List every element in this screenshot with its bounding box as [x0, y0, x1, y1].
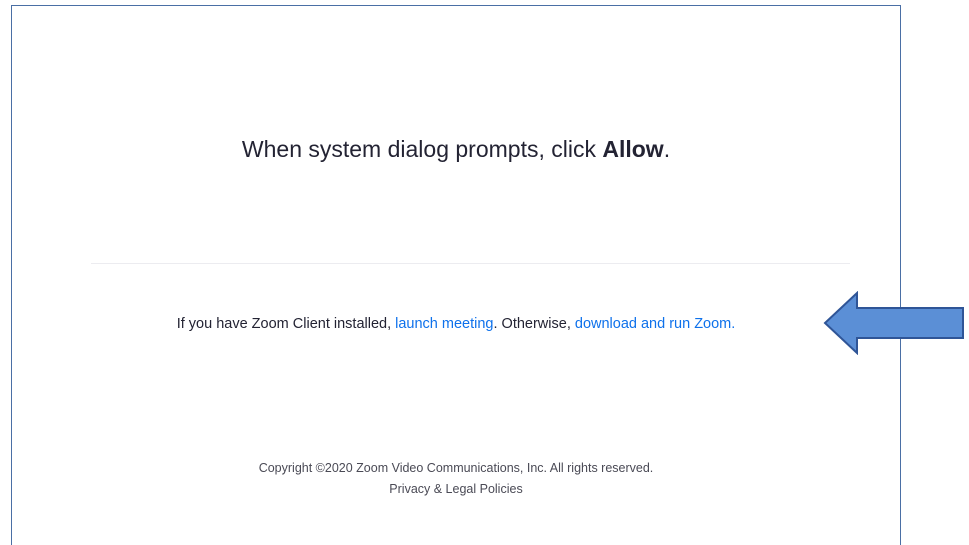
launch-instructions: If you have Zoom Client installed, launc…	[12, 316, 900, 332]
page-footer: Copyright ©2020 Zoom Video Communication…	[12, 458, 900, 500]
left-arrow-icon	[823, 291, 964, 355]
section-divider	[91, 263, 850, 264]
instruction-text-before: When system dialog prompts, click	[241, 136, 603, 162]
instruction-text-after: .	[663, 136, 671, 162]
copyright-text: Copyright ©2020 Zoom Video Communication…	[258, 461, 654, 475]
system-dialog-instruction: When system dialog prompts, click Allow.	[12, 136, 900, 163]
browser-page-frame: When system dialog prompts, click Allow.…	[11, 5, 901, 545]
launch-text-2: . Otherwise,	[493, 316, 575, 332]
download-and-run-zoom-link[interactable]: download and run Zoom.	[575, 316, 735, 332]
launch-text-1: If you have Zoom Client installed,	[176, 316, 396, 332]
launch-meeting-link[interactable]: launch meeting	[395, 316, 493, 332]
privacy-legal-policies-link[interactable]: Privacy & Legal Policies	[389, 482, 522, 496]
allow-keyword: Allow	[602, 136, 664, 162]
